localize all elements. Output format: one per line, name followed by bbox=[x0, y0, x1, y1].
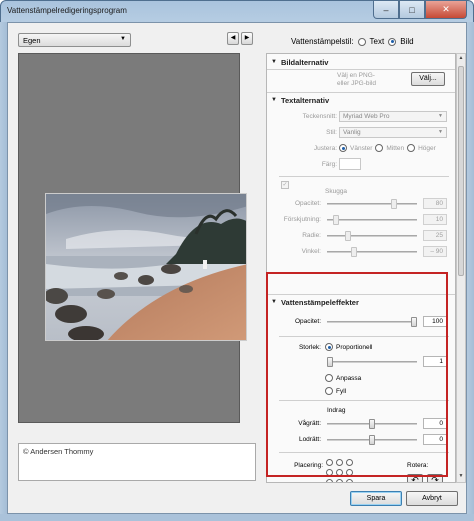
shadow-opacity-label: Opacitet: bbox=[294, 200, 321, 207]
scroll-thumb[interactable] bbox=[458, 66, 464, 276]
align-left-label: Vänster bbox=[350, 144, 373, 152]
color-label: Färg: bbox=[321, 161, 337, 168]
expanded-triangle-icon: ▼ bbox=[271, 97, 277, 103]
style-label: Stil: bbox=[326, 129, 337, 136]
image-options-header[interactable]: ▼ Bildalternativ bbox=[271, 56, 451, 68]
shadow-offset-field[interactable]: 10 bbox=[423, 214, 447, 225]
style-image-label: Bild bbox=[400, 37, 414, 46]
divider bbox=[279, 176, 449, 177]
slider-track bbox=[327, 219, 417, 221]
placement-bottom-center-radio[interactable] bbox=[336, 479, 343, 482]
close-button[interactable]: ✕ bbox=[425, 1, 467, 19]
style-text-label: Text bbox=[369, 37, 385, 46]
next-button[interactable]: ▶ bbox=[241, 32, 253, 45]
align-left-radio[interactable] bbox=[339, 144, 347, 152]
copyright-text: © Andersen Thommy bbox=[23, 447, 94, 456]
divider bbox=[267, 92, 455, 93]
align-radio-group: Vänster Mitten Höger bbox=[339, 144, 436, 152]
slider-knob[interactable] bbox=[333, 215, 339, 225]
cancel-button[interactable]: Avbryt bbox=[406, 491, 458, 506]
shadow-label: Skugga bbox=[325, 188, 348, 195]
align-center-radio[interactable] bbox=[375, 144, 384, 152]
image-hint-line1: Välj en PNG- bbox=[337, 72, 375, 79]
shadow-angle-slider[interactable] bbox=[327, 247, 417, 257]
placement-bottom-right-radio[interactable] bbox=[346, 479, 353, 482]
font-label: Teckensnitt: bbox=[302, 113, 337, 120]
shadow-radius-field[interactable]: 25 bbox=[423, 230, 447, 241]
style-value: Vanlig bbox=[343, 129, 361, 136]
style-text-radio[interactable] bbox=[357, 37, 366, 46]
previous-button[interactable]: ◀ bbox=[227, 32, 239, 45]
placement-bottom-left-radio[interactable] bbox=[326, 479, 333, 482]
shadow-offset-slider[interactable] bbox=[327, 215, 417, 225]
shadow-radius-label: Radie: bbox=[302, 232, 321, 239]
title-bar[interactable]: Vattenstämpelredigeringsprogram – □ ✕ bbox=[1, 1, 473, 23]
window-title: Vattenstämpelredigeringsprogram bbox=[7, 6, 127, 15]
text-options-header[interactable]: ▼ Textalternativ bbox=[271, 94, 451, 106]
preview-area bbox=[18, 53, 247, 423]
slider-track bbox=[327, 203, 417, 205]
image-options-title: Bildalternativ bbox=[280, 57, 329, 67]
shadow-opacity-field[interactable]: 80 bbox=[423, 198, 447, 209]
preview-photo bbox=[45, 193, 247, 341]
scroll-down-icon[interactable]: ▼ bbox=[458, 473, 464, 481]
panel-scrollbar[interactable]: ▲ ▼ bbox=[456, 53, 466, 483]
shadow-angle-label: Vinkel: bbox=[301, 248, 321, 255]
align-label: Justera: bbox=[313, 145, 337, 152]
choose-image-button[interactable]: Välj... bbox=[411, 72, 445, 86]
align-right-label: Höger bbox=[418, 144, 436, 152]
shadow-checkbox[interactable]: ✓ bbox=[281, 181, 289, 189]
slider-knob[interactable] bbox=[345, 231, 351, 241]
scroll-up-icon[interactable]: ▲ bbox=[458, 55, 464, 63]
chevron-down-icon: ▼ bbox=[438, 113, 443, 119]
text-options-title: Textalternativ bbox=[280, 95, 330, 105]
frame-right bbox=[467, 22, 474, 521]
align-center-label: Mitten bbox=[386, 144, 405, 152]
shadow-offset-label: Förskjutning: bbox=[283, 216, 321, 223]
slider-track bbox=[327, 235, 417, 237]
slider-track bbox=[327, 251, 417, 253]
slider-knob[interactable] bbox=[351, 247, 357, 257]
shadow-radius-slider[interactable] bbox=[327, 231, 417, 241]
chevron-down-icon: ▼ bbox=[438, 129, 443, 135]
slider-knob[interactable] bbox=[391, 199, 397, 209]
effects-highlight-frame bbox=[266, 272, 448, 477]
font-dropdown[interactable]: Myriad Web Pro ▼ bbox=[339, 111, 447, 122]
shadow-angle-field[interactable]: – 90 bbox=[423, 246, 447, 257]
divider bbox=[267, 69, 455, 70]
watermark-style-label: Vattenstämpelstil: bbox=[291, 37, 354, 46]
color-swatch[interactable] bbox=[339, 158, 361, 170]
maximize-button[interactable]: □ bbox=[399, 1, 425, 19]
expanded-triangle-icon: ▼ bbox=[271, 59, 277, 65]
frame-bottom bbox=[0, 514, 474, 521]
preset-dropdown[interactable]: Egen ▼ bbox=[18, 33, 131, 47]
style-dropdown[interactable]: Vanlig ▼ bbox=[339, 127, 447, 138]
style-image-radio[interactable] bbox=[388, 37, 397, 46]
minimize-button[interactable]: – bbox=[373, 1, 399, 19]
chevron-down-icon: ▼ bbox=[120, 36, 126, 42]
save-button[interactable]: Spara bbox=[350, 491, 402, 506]
image-hint-line2: eller JPG-bild bbox=[337, 80, 377, 87]
font-value: Myriad Web Pro bbox=[343, 113, 390, 120]
align-right-radio[interactable] bbox=[407, 144, 416, 152]
preset-value: Egen bbox=[23, 36, 41, 45]
watermark-style-row: Vattenstämpelstil: Text Bild bbox=[291, 37, 414, 46]
frame-left bbox=[0, 22, 7, 521]
shadow-opacity-slider[interactable] bbox=[327, 199, 417, 209]
copyright-text-field[interactable]: © Andersen Thommy bbox=[18, 443, 256, 481]
